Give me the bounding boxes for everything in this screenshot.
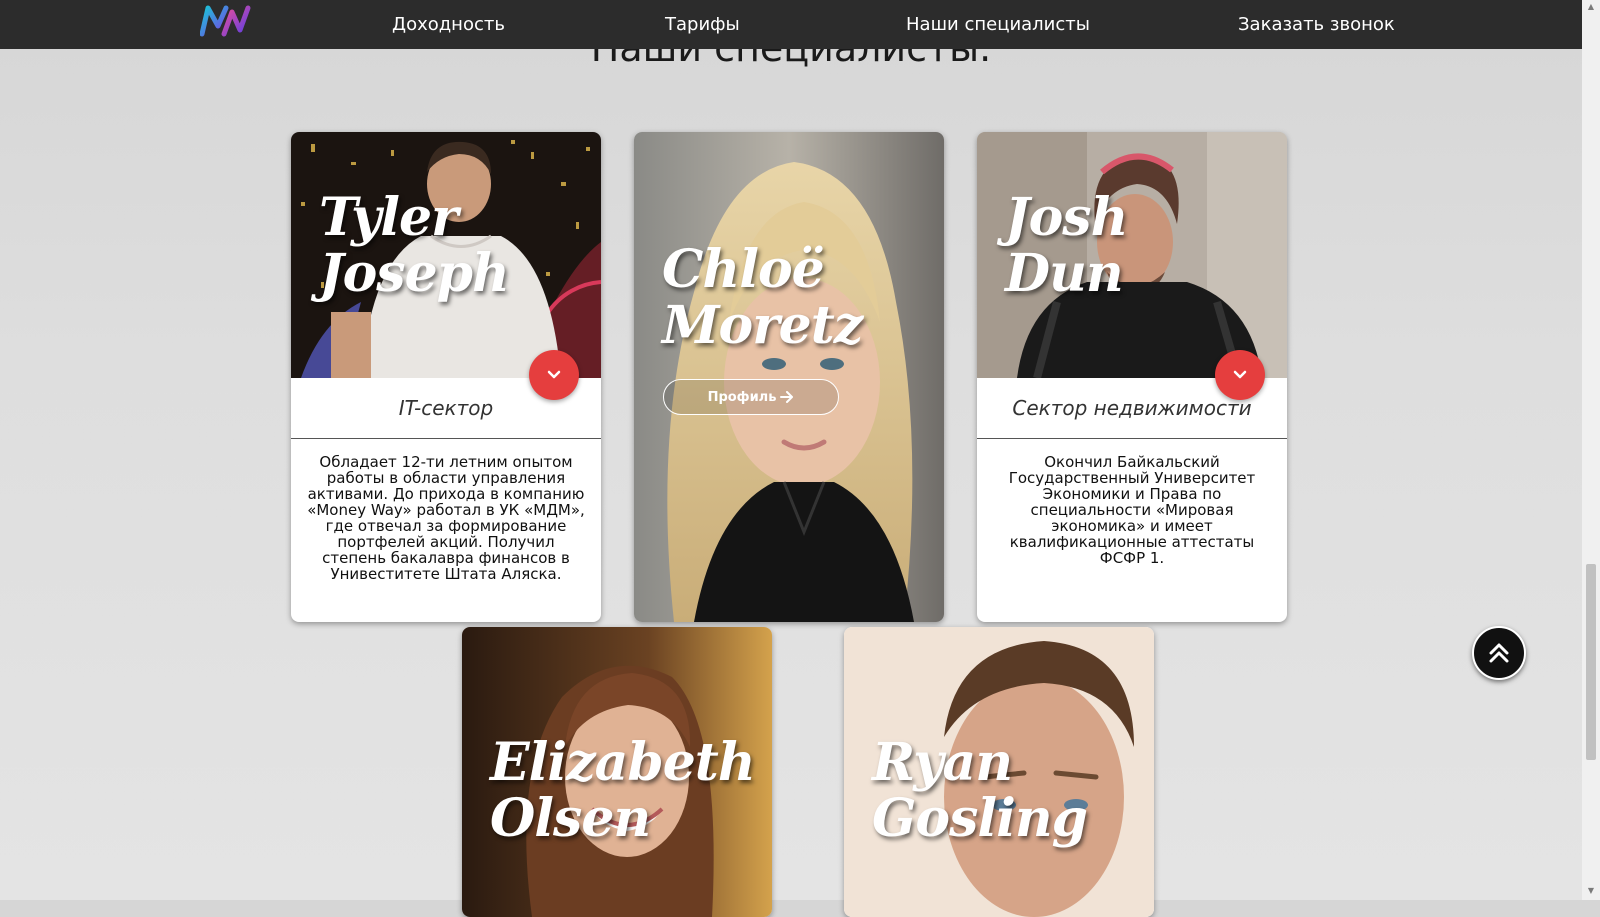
profile-button[interactable]: Профиль (663, 379, 839, 415)
chevron-down-icon (1233, 370, 1247, 379)
profile-button-label: Профиль (707, 389, 777, 405)
specialist-card-ryan: Ryan Gosling (844, 627, 1154, 917)
expand-toggle-button[interactable] (529, 350, 579, 400)
page-scrollbar[interactable]: ▲ ▼ (1582, 0, 1600, 900)
specialist-name: Ryan Gosling (872, 732, 1088, 849)
specialist-photo: Tyler Joseph (291, 132, 601, 378)
double-chevron-up-icon (1489, 643, 1509, 663)
specialist-bio: Обладает 12-ти летним опытом работы в об… (307, 453, 585, 583)
arrow-right-icon (780, 391, 794, 403)
specialist-photo: Josh Dun (977, 132, 1287, 378)
scroll-up-arrow-icon[interactable]: ▲ (1586, 2, 1596, 12)
nav-link-specialists[interactable]: Наши специалисты (906, 14, 1090, 35)
specialist-name: Chloë Moretz (662, 239, 863, 356)
specialist-name: Tyler Joseph (319, 187, 510, 304)
top-navigation: Доходность Тарифы Наши специалисты Заказ… (0, 0, 1582, 49)
nav-link-profitability[interactable]: Доходность (392, 14, 505, 35)
specialist-card-chloe: Chloë Moretz Профиль (634, 132, 944, 622)
specialist-photo: Ryan Gosling (844, 627, 1154, 917)
specialist-card-josh: Josh Dun Сектор недвижимости Окончил Байк… (977, 132, 1287, 622)
logo-icon[interactable] (199, 4, 254, 38)
specialist-photo: Chloë Moretz (634, 132, 944, 622)
specialist-photo: Elizabeth Olsen (462, 627, 772, 917)
specialist-card-elizabeth: Elizabeth Olsen (462, 627, 772, 917)
specialist-name: Josh Dun (1005, 187, 1128, 304)
specialist-card-tyler: Tyler Joseph IT-сектор Обладает 12-ти лет… (291, 132, 601, 622)
nav-link-order-call[interactable]: Заказать звонок (1238, 14, 1395, 35)
scroll-to-top-button[interactable] (1472, 626, 1526, 680)
expand-toggle-button[interactable] (1215, 350, 1265, 400)
chevron-down-icon (547, 370, 561, 379)
specialist-name: Elizabeth Olsen (490, 732, 756, 849)
scrollbar-thumb[interactable] (1586, 564, 1596, 760)
nav-link-tariffs[interactable]: Тарифы (665, 14, 740, 35)
specialist-bio: Окончил Байкальский Государственный Унив… (1008, 453, 1256, 567)
scroll-down-arrow-icon[interactable]: ▼ (1586, 886, 1596, 896)
